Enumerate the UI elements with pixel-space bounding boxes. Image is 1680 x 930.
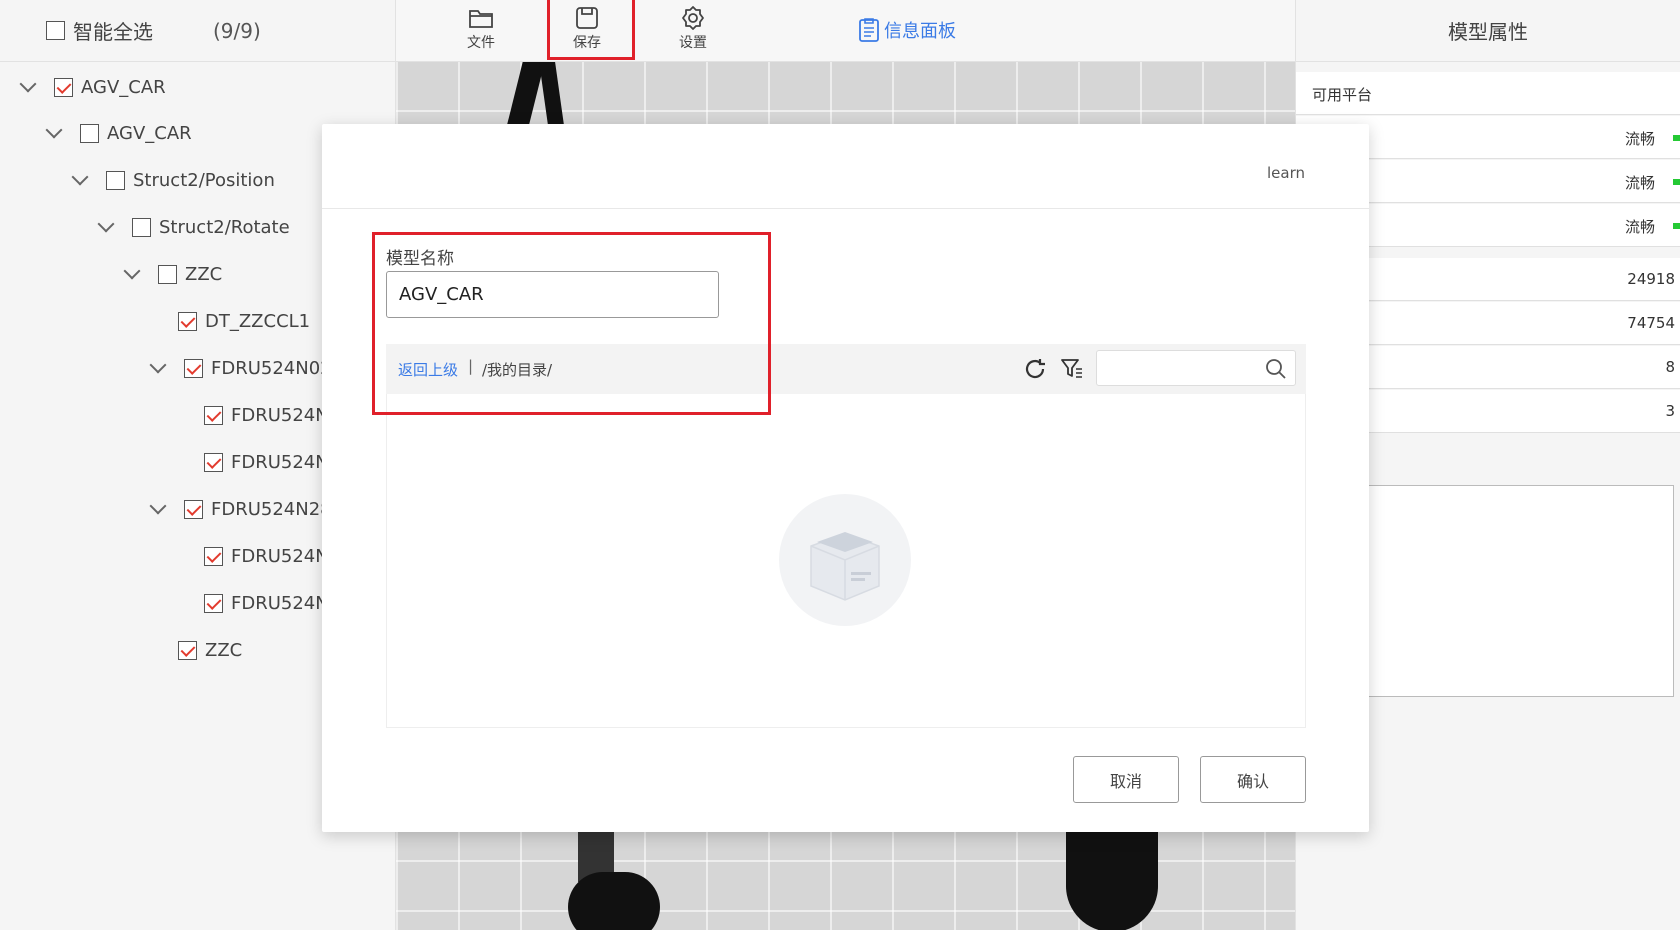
platform-header-row: 可用平台 bbox=[1296, 72, 1680, 115]
tree-node-label: DT_ZZCCL1 bbox=[205, 310, 311, 332]
platform-status: 流畅 bbox=[1624, 218, 1655, 236]
tree-node-label: AGV_CAR bbox=[81, 76, 166, 98]
go-up-link[interactable]: 返回上级 bbox=[398, 359, 458, 380]
select-all-checkbox[interactable] bbox=[46, 21, 65, 40]
tree-checkbox[interactable] bbox=[204, 593, 223, 613]
chevron-down-icon[interactable] bbox=[71, 168, 89, 186]
gear-icon bbox=[682, 6, 704, 30]
status-indicator bbox=[1673, 135, 1680, 141]
tree-node-label: Struct2/Rotate bbox=[159, 216, 290, 238]
tree-node[interactable]: FDRU524N2 bbox=[204, 588, 340, 618]
save-icon bbox=[576, 7, 598, 29]
save-button-label: 保存 bbox=[573, 35, 601, 51]
platform-status: 流畅 bbox=[1624, 174, 1655, 192]
dialog-user: learn bbox=[1267, 164, 1305, 182]
stat-value: 74754 bbox=[1627, 314, 1675, 332]
model-name-input[interactable] bbox=[386, 271, 719, 318]
confirm-button[interactable]: 确认 bbox=[1200, 756, 1306, 803]
tree-node[interactable]: DT_ZZCCL1 bbox=[178, 306, 310, 336]
selection-count: (9/9) bbox=[213, 18, 261, 43]
stat-value: 24918 bbox=[1627, 270, 1675, 288]
tree-checkbox[interactable] bbox=[204, 452, 223, 472]
save-button[interactable]: 保存 bbox=[557, 4, 617, 52]
info-panel-tab[interactable]: 信息面板 bbox=[858, 17, 956, 43]
info-panel-label: 信息面板 bbox=[884, 21, 956, 42]
tree-checkbox[interactable] bbox=[106, 170, 125, 190]
status-indicator bbox=[1673, 179, 1680, 185]
tree-checkbox[interactable] bbox=[184, 358, 203, 378]
tree-node[interactable]: AGV_CAR bbox=[45, 118, 192, 148]
tree-node[interactable]: FDRU524N28 bbox=[149, 494, 332, 524]
chevron-down-icon[interactable] bbox=[123, 262, 141, 280]
chevron-down-icon[interactable] bbox=[97, 215, 115, 233]
robot-leg bbox=[539, 62, 565, 132]
top-toolbar: 文件 保存 设置 信息面板 bbox=[396, 0, 1295, 62]
settings-button[interactable]: 设置 bbox=[663, 4, 723, 52]
search-input[interactable] bbox=[1096, 350, 1296, 386]
stat-value: 3 bbox=[1665, 402, 1675, 420]
tree-node-label: FDRU524N28 bbox=[211, 498, 332, 520]
clipboard-icon bbox=[859, 18, 879, 42]
tree-node[interactable]: FDRU524N029 bbox=[149, 353, 343, 383]
status-indicator bbox=[1673, 223, 1680, 229]
tree-checkbox[interactable] bbox=[132, 217, 151, 237]
refresh-icon[interactable] bbox=[1022, 356, 1048, 382]
tree-checkbox[interactable] bbox=[80, 123, 99, 143]
platform-status: 流畅 bbox=[1624, 130, 1655, 148]
panel-title: 模型属性 bbox=[1296, 0, 1680, 62]
robot-foot bbox=[568, 872, 660, 930]
tree-node[interactable]: FDRU524N2 bbox=[204, 400, 340, 430]
tree-node[interactable]: Struct2/Position bbox=[71, 165, 275, 195]
tree-node-label: AGV_CAR bbox=[107, 122, 192, 144]
tree-node[interactable]: FDRU524N2 bbox=[204, 447, 340, 477]
tree-checkbox[interactable] bbox=[158, 264, 177, 284]
chevron-down-icon[interactable] bbox=[19, 75, 37, 93]
model-name-label: 模型名称 bbox=[386, 249, 454, 269]
filter-icon[interactable] bbox=[1060, 356, 1084, 380]
chevron-down-icon[interactable] bbox=[149, 497, 167, 515]
file-button[interactable]: 文件 bbox=[451, 4, 511, 52]
folder-icon bbox=[469, 10, 493, 28]
tree-checkbox[interactable] bbox=[54, 77, 73, 97]
cancel-button[interactable]: 取消 bbox=[1073, 756, 1179, 803]
tree-node[interactable]: ZZC bbox=[178, 635, 242, 665]
tree-node-label: Struct2/Position bbox=[133, 169, 275, 191]
tree-node-label: ZZC bbox=[205, 639, 243, 661]
save-model-dialog: learn 模型名称 返回上级 | /我的目录/ 取消 确认 bbox=[322, 124, 1369, 832]
path-bar: 返回上级 | /我的目录/ bbox=[386, 344, 1306, 394]
settings-button-label: 设置 bbox=[679, 35, 707, 51]
current-path: /我的目录/ bbox=[482, 361, 553, 379]
path-separator: | bbox=[468, 357, 474, 375]
file-list[interactable] bbox=[386, 394, 1306, 728]
select-all-label: 智能全选 bbox=[73, 20, 153, 44]
robot-foot bbox=[1066, 832, 1158, 930]
tree-checkbox[interactable] bbox=[178, 640, 197, 660]
tree-checkbox[interactable] bbox=[184, 499, 203, 519]
platform-label: 可用平台 bbox=[1312, 86, 1373, 104]
chevron-down-icon[interactable] bbox=[149, 356, 167, 374]
tree-node-label: ZZC bbox=[185, 263, 223, 285]
tree-node[interactable]: FDRU524N2 bbox=[204, 541, 340, 571]
file-button-label: 文件 bbox=[467, 35, 495, 51]
tree-node[interactable]: Struct2/Rotate bbox=[97, 212, 290, 242]
tree-node[interactable]: AGV_CAR bbox=[19, 72, 166, 102]
tree-checkbox[interactable] bbox=[178, 311, 197, 331]
search-icon[interactable] bbox=[1265, 358, 1287, 380]
tree-checkbox[interactable] bbox=[204, 405, 223, 425]
stat-value: 8 bbox=[1665, 358, 1675, 376]
select-all-row: 智能全选 (9/9) bbox=[0, 0, 395, 62]
dialog-header: learn bbox=[322, 124, 1369, 209]
chevron-down-icon[interactable] bbox=[45, 121, 63, 139]
tree-checkbox[interactable] bbox=[204, 546, 223, 566]
robot-leg bbox=[505, 62, 545, 132]
empty-box-icon bbox=[779, 494, 911, 626]
tree-node[interactable]: ZZC bbox=[123, 259, 223, 289]
